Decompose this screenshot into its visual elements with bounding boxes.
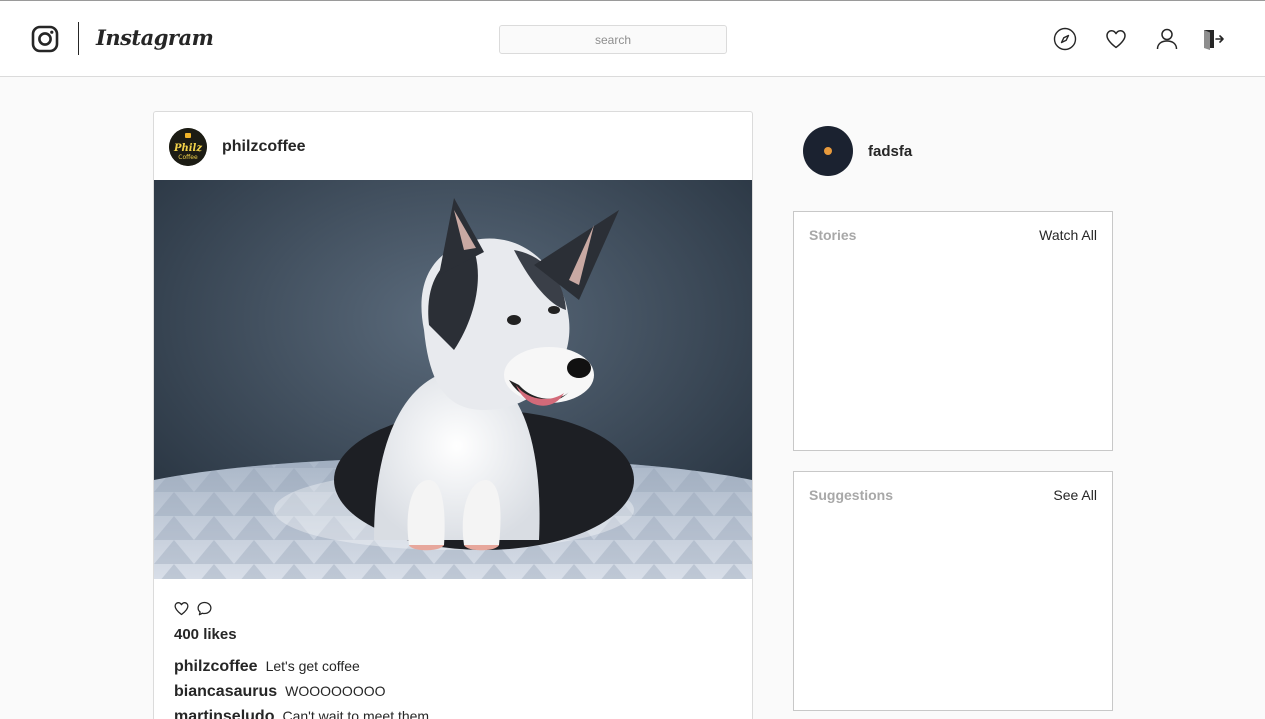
- comment-item: biancasaurus WOOOOOOOO: [174, 683, 734, 708]
- activity-heart-icon[interactable]: [1104, 27, 1128, 51]
- like-heart-icon[interactable]: [173, 600, 190, 617]
- philz-coffee-logo: Philz Coffee: [169, 128, 207, 166]
- user-profile-name[interactable]: fadsfa: [868, 143, 912, 160]
- logo-divider: [78, 22, 79, 55]
- instagram-logo-icon[interactable]: [31, 25, 59, 53]
- post-card: Philz Coffee philzcoffee 400 likes philz…: [153, 111, 753, 719]
- comment-username[interactable]: philzcoffee: [174, 658, 258, 675]
- comment-text: Let's get coffee: [265, 658, 360, 674]
- likes-count: 400 likes: [174, 626, 237, 643]
- post-author-username[interactable]: philzcoffee: [222, 138, 306, 156]
- watch-all-link[interactable]: Watch All: [1039, 227, 1097, 243]
- comment-username[interactable]: biancasaurus: [174, 683, 277, 700]
- post-author-avatar[interactable]: Philz Coffee: [169, 128, 207, 166]
- comment-bubble-icon[interactable]: [196, 600, 213, 617]
- comment-username[interactable]: martinseludo: [174, 708, 274, 719]
- comment-item: martinseludo Can't wait to meet them: [174, 708, 734, 719]
- avatar-dot: [824, 147, 832, 155]
- user-avatar[interactable]: [803, 126, 853, 176]
- stories-title: Stories: [809, 227, 857, 243]
- search-input[interactable]: [499, 25, 727, 54]
- svg-text:Philz: Philz: [173, 143, 202, 154]
- comments-list: philzcoffee Let's get coffee biancasaurus…: [174, 658, 734, 719]
- top-navigation-bar: Instagram: [0, 0, 1265, 77]
- comment-text: Can't wait to meet them: [282, 708, 430, 719]
- suggestions-panel: Suggestions See All: [793, 471, 1113, 711]
- profile-person-icon[interactable]: [1155, 27, 1179, 51]
- comment-item: philzcoffee Let's get coffee: [174, 658, 734, 683]
- suggestions-title: Suggestions: [809, 487, 894, 503]
- instagram-wordmark[interactable]: Instagram: [96, 25, 214, 50]
- see-all-link[interactable]: See All: [1053, 487, 1097, 503]
- explore-compass-icon[interactable]: [1053, 27, 1077, 51]
- post-photo-dog[interactable]: [154, 180, 752, 579]
- post-actions: [173, 600, 219, 620]
- comment-text: WOOOOOOOO: [285, 683, 386, 699]
- svg-text:Coffee: Coffee: [178, 154, 198, 161]
- stories-panel: Stories Watch All: [793, 211, 1113, 451]
- post-header: Philz Coffee philzcoffee: [154, 112, 752, 180]
- logout-door-icon[interactable]: [1201, 27, 1225, 51]
